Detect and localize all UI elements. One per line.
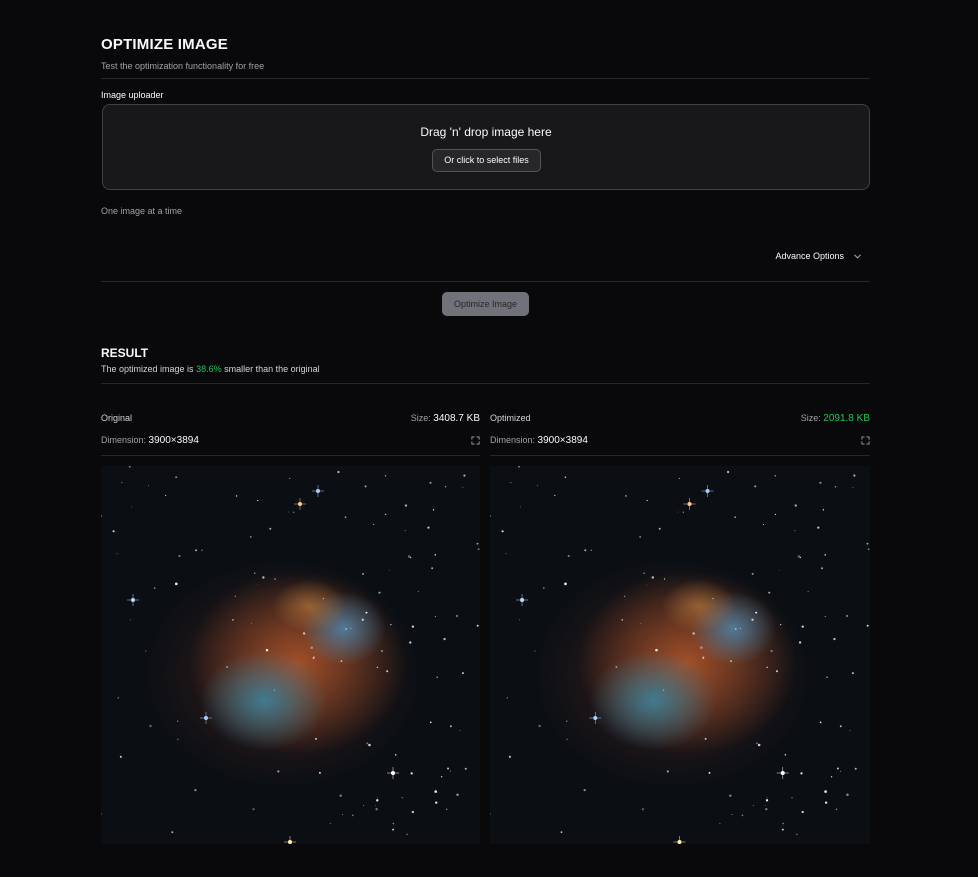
result-summary: The optimized image is 38.6% smaller tha… — [101, 364, 320, 374]
optimize-image-button[interactable]: Optimize Image — [442, 292, 529, 316]
summary-prefix: The optimized image is — [101, 364, 194, 374]
dimension-value: 3900×3894 — [537, 435, 588, 446]
original-size: Size: 3408.7 KB — [411, 413, 480, 424]
uploader-hint: One image at a time — [101, 206, 183, 216]
expand-icon[interactable] — [861, 436, 870, 445]
expand-icon[interactable] — [471, 436, 480, 445]
original-dimension: Dimension: 3900×3894 — [101, 435, 199, 446]
size-label: Size: — [800, 413, 821, 423]
divider — [101, 281, 870, 282]
advance-options-toggle[interactable]: Advance Options — [775, 251, 862, 261]
nebula-stars — [490, 466, 870, 844]
nebula-stars — [101, 466, 480, 844]
image-dropzone[interactable]: Drag 'n' drop image here Or click to sel… — [102, 104, 870, 190]
divider — [101, 455, 480, 456]
dimension-label: Dimension: — [490, 435, 536, 445]
optimized-label: Optimized — [490, 413, 531, 423]
page-subtitle: Test the optimization functionality for … — [101, 61, 265, 71]
select-files-button[interactable]: Or click to select files — [432, 149, 541, 172]
size-label: Size: — [410, 413, 431, 423]
size-value: 2091.8 KB — [823, 413, 870, 424]
divider — [101, 78, 870, 79]
dimension-label: Dimension: — [101, 435, 147, 445]
original-label: Original — [101, 413, 133, 423]
divider — [101, 383, 870, 384]
optimized-image — [490, 466, 870, 844]
uploader-label: Image uploader — [101, 90, 164, 100]
dropzone-text: Drag 'n' drop image here — [420, 125, 552, 139]
divider — [490, 455, 870, 456]
optimized-dimension: Dimension: 3900×3894 — [490, 435, 588, 446]
summary-suffix: smaller than the original — [224, 364, 320, 374]
optimized-size: Size: 2091.8 KB — [801, 413, 870, 424]
original-image — [101, 466, 480, 844]
chevron-down-icon — [854, 254, 861, 258]
result-title: RESULT — [101, 346, 149, 360]
dimension-value: 3900×3894 — [148, 435, 199, 446]
reduction-percent: 38.6% — [196, 364, 222, 374]
advance-options-label: Advance Options — [775, 251, 844, 261]
size-value: 3408.7 KB — [433, 413, 480, 424]
page-title: OPTIMIZE IMAGE — [101, 36, 228, 53]
